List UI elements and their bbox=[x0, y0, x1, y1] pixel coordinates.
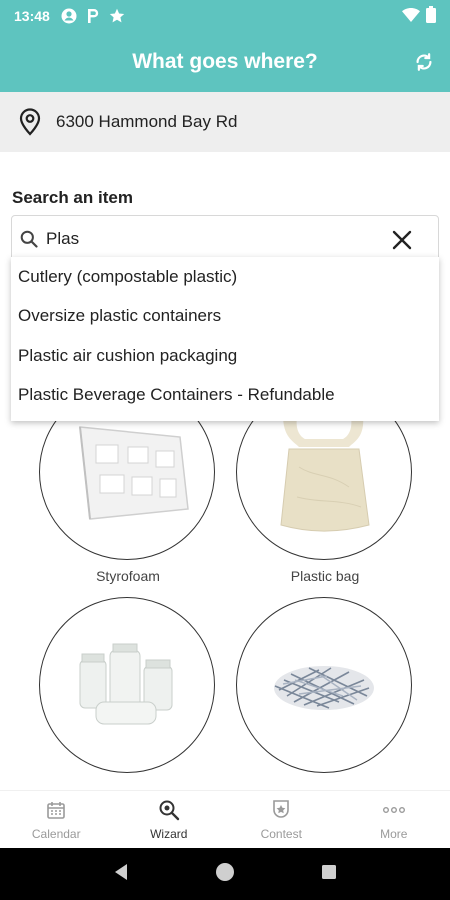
suggestions-dropdown: Cutlery (compostable plastic) Oversize p… bbox=[11, 257, 439, 421]
item-card-shredded-paper[interactable] bbox=[236, 597, 414, 781]
item-card-glass-jars[interactable] bbox=[39, 597, 217, 781]
recents-icon[interactable] bbox=[321, 864, 337, 885]
more-dots-icon bbox=[382, 799, 405, 821]
search-label: Search an item bbox=[12, 188, 133, 207]
refresh-icon[interactable] bbox=[410, 48, 438, 76]
parking-icon bbox=[84, 7, 102, 25]
nav-label: More bbox=[380, 826, 408, 841]
shredded-paper-image bbox=[274, 666, 374, 710]
nav-item-calendar[interactable]: Calendar bbox=[0, 791, 113, 848]
nav-label: Calendar bbox=[31, 826, 81, 841]
item-caption: Plastic bag bbox=[290, 568, 360, 584]
contest-badge-icon bbox=[270, 799, 292, 821]
search-input[interactable] bbox=[46, 229, 376, 249]
suggestion-item[interactable]: Plastic air cushion packaging bbox=[11, 336, 439, 376]
page-title: What goes where? bbox=[132, 50, 318, 73]
battery-icon bbox=[426, 6, 436, 26]
item-circle[interactable] bbox=[236, 597, 412, 773]
item-caption: Styrofoam bbox=[96, 568, 160, 584]
app-bar: What goes where? bbox=[0, 32, 450, 92]
status-bar: 13:48 bbox=[0, 0, 450, 32]
nav-item-more[interactable]: More bbox=[338, 791, 450, 848]
location-address: 6300 Hammond Bay Rd bbox=[56, 112, 238, 131]
calendar-icon bbox=[45, 799, 67, 821]
location-pin-icon bbox=[18, 107, 44, 137]
search-icon bbox=[20, 229, 40, 249]
nav-label: Contest bbox=[260, 826, 302, 841]
wizard-search-icon bbox=[158, 799, 180, 821]
back-icon[interactable] bbox=[113, 863, 129, 886]
nav-item-wizard[interactable]: Wizard bbox=[113, 791, 226, 848]
close-icon[interactable] bbox=[390, 228, 414, 252]
bottom-navigation: Calendar Wizard Contest More bbox=[0, 790, 450, 848]
suggestion-item[interactable]: Plastic Beverage Containers - Refundable bbox=[11, 376, 439, 416]
suggestion-item[interactable]: Oversize plastic containers bbox=[11, 297, 439, 337]
account-circle-icon bbox=[60, 7, 78, 25]
star-icon bbox=[108, 7, 126, 25]
wifi-icon bbox=[402, 7, 420, 25]
nav-label: Wizard bbox=[150, 826, 188, 841]
home-icon[interactable] bbox=[215, 862, 235, 887]
system-navigation-bar bbox=[0, 848, 450, 900]
search-box[interactable] bbox=[11, 215, 439, 263]
plastic-bag-image bbox=[280, 415, 370, 532]
item-circle[interactable] bbox=[39, 597, 215, 773]
suggestion-item[interactable]: Cutlery (compostable plastic) bbox=[11, 257, 439, 297]
status-time: 13:48 bbox=[14, 8, 50, 24]
styrofoam-image bbox=[79, 426, 189, 520]
nav-item-contest[interactable]: Contest bbox=[225, 791, 338, 848]
location-row[interactable]: 6300 Hammond Bay Rd bbox=[0, 92, 450, 152]
glass-jars-image bbox=[79, 643, 173, 725]
